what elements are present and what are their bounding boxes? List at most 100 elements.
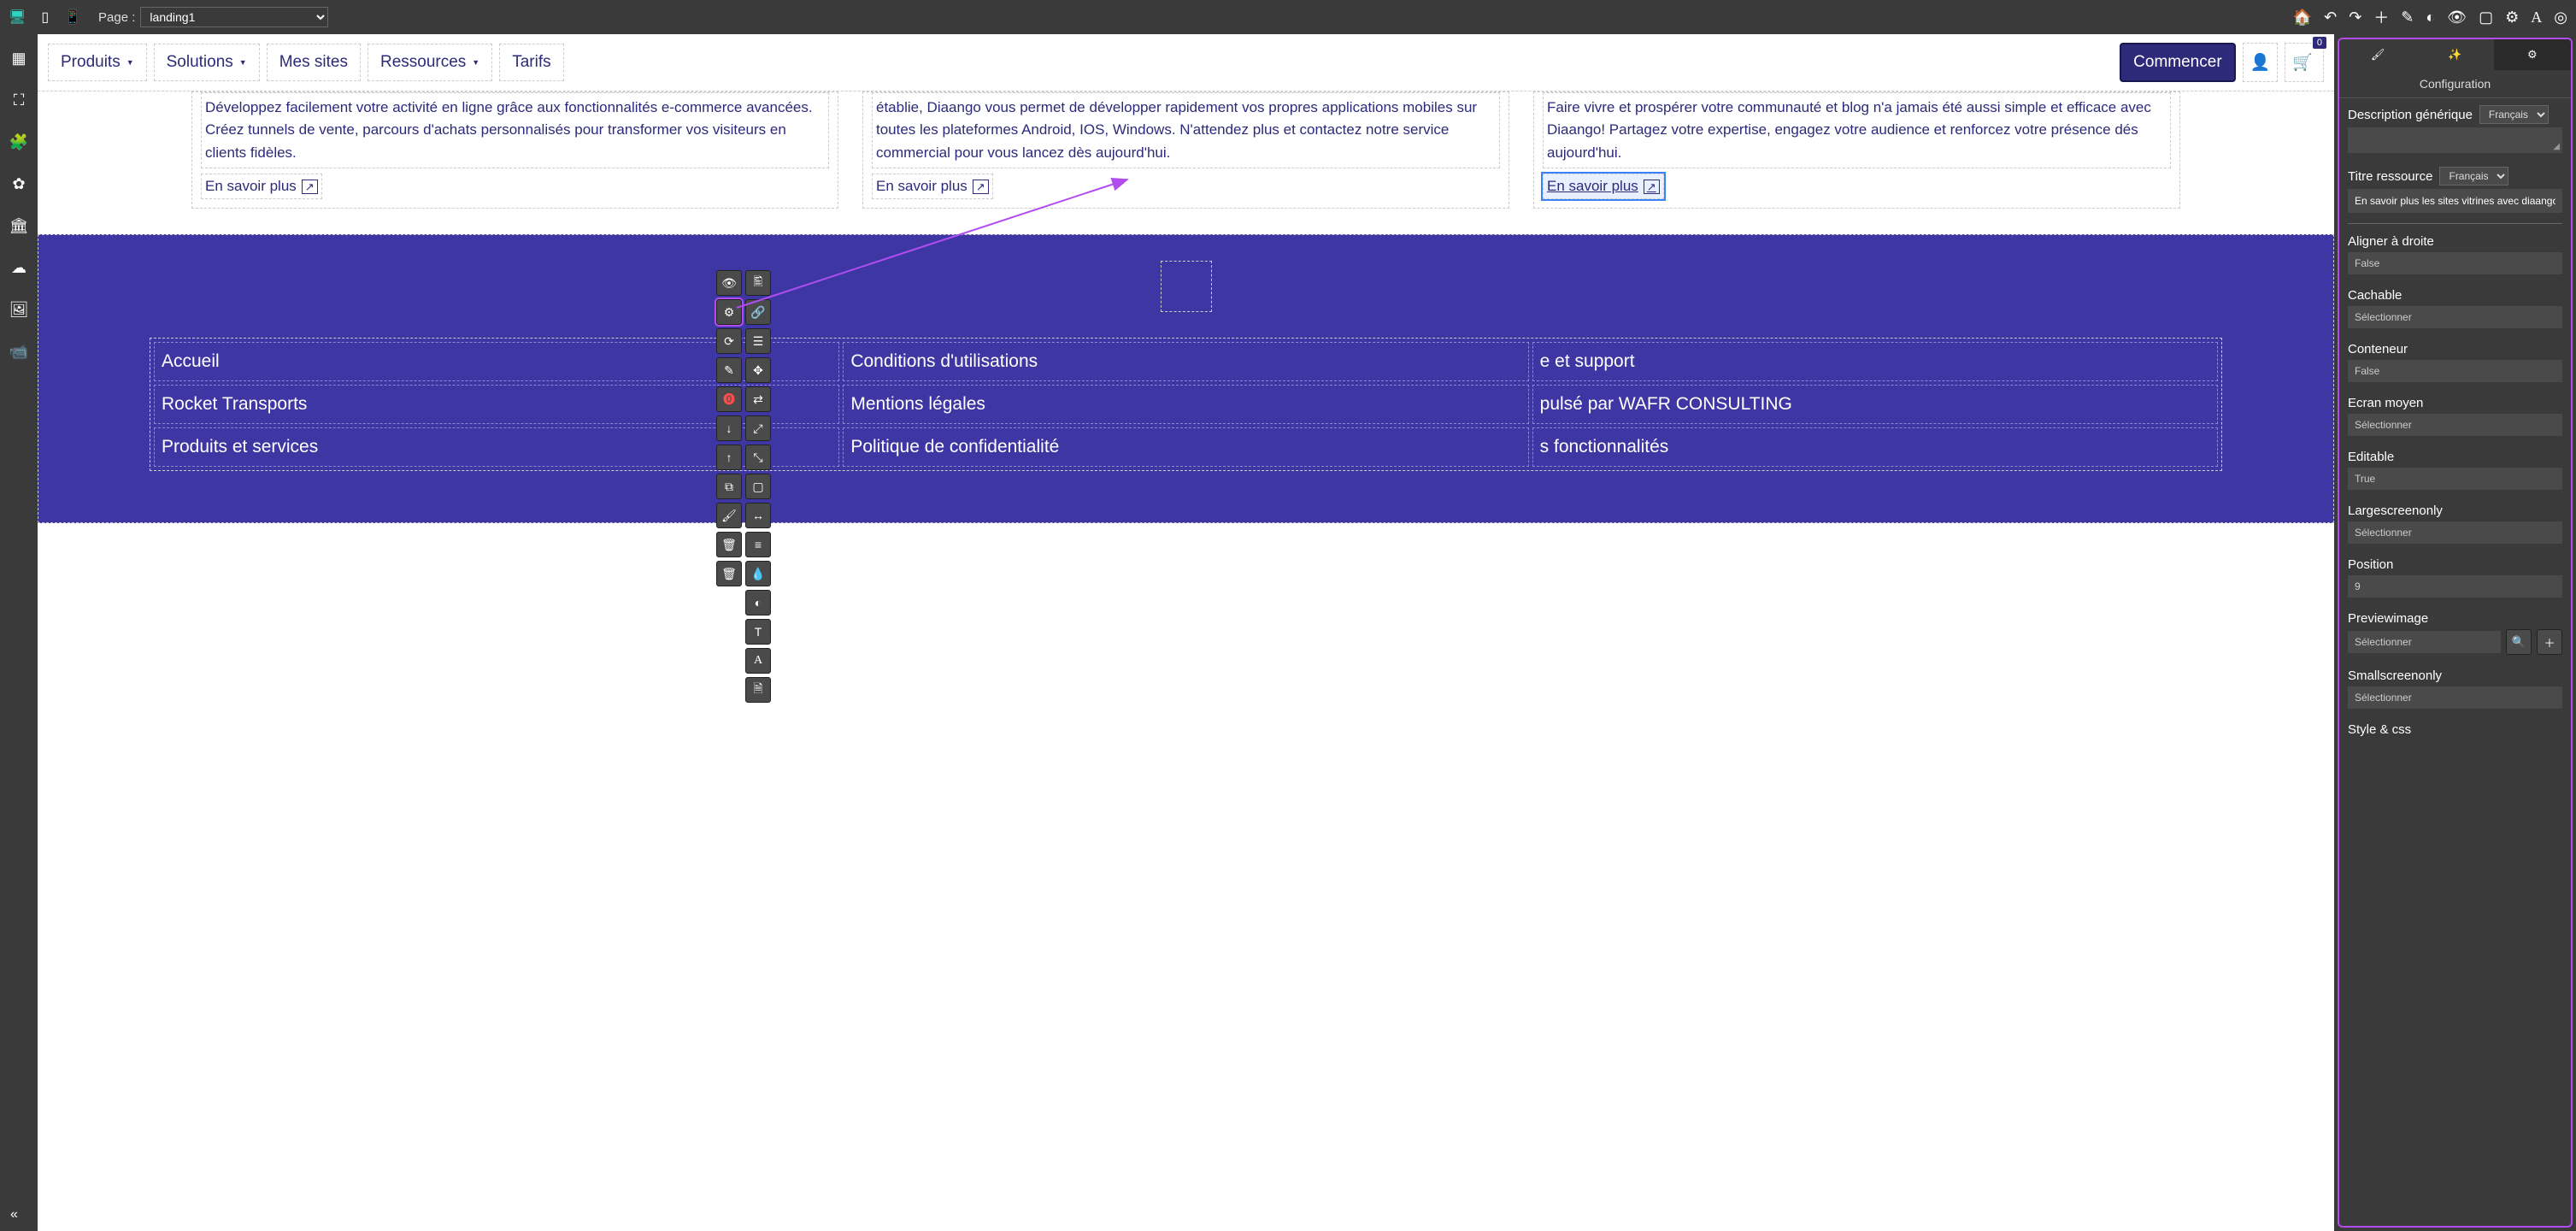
tb-move-icon[interactable]: ✥ (745, 357, 771, 383)
panel-tab-gear[interactable]: ⚙ (2494, 39, 2571, 70)
tb-warn-icon[interactable]: ⓿ (716, 386, 742, 412)
footer-link[interactable]: s fonctionnalités (1532, 427, 2218, 467)
tb-list-icon[interactable]: ☰ (745, 328, 771, 354)
prop-container-value[interactable]: False (2348, 360, 2562, 382)
card-3-text: Faire vivre et prospérer votre communaut… (1543, 92, 2171, 168)
nav-user[interactable]: 👤 (2243, 43, 2279, 82)
tb-up-icon[interactable]: ↑ (716, 445, 742, 470)
card-1-link[interactable]: En savoir plus↗ (201, 174, 322, 199)
plugin-icon[interactable]: 🧩 (9, 133, 28, 151)
target-icon[interactable]: ◎ (2554, 9, 2567, 27)
sitemap-icon[interactable]: ⛶ (14, 91, 25, 109)
tb-trash-icon[interactable]: 🗑 (716, 532, 742, 557)
title-input[interactable] (2348, 189, 2562, 213)
tb-contrast-icon[interactable]: ◐ (745, 590, 771, 616)
tb-align-icon[interactable]: ≡ (745, 532, 771, 557)
mobile-icon[interactable]: 📱 (64, 9, 81, 26)
preview-zoom-button[interactable]: 🔍 (2506, 629, 2532, 655)
card-3: Faire vivre et prospérer votre communaut… (1533, 91, 2180, 209)
footer-link[interactable]: pulsé par WAFR CONSULTING (1532, 385, 2218, 424)
page-select[interactable]: landing1 (140, 7, 328, 27)
home-icon[interactable]: 🏠 (2293, 9, 2312, 27)
prop-medium-value[interactable]: Sélectionner (2348, 414, 2562, 436)
tb-brush-icon[interactable]: 🖌 (716, 503, 742, 528)
collapse-icon[interactable]: « (10, 1207, 18, 1222)
prop-editable-label: Editable (2348, 450, 2562, 464)
tb-text-icon[interactable]: T (745, 619, 771, 645)
prop-preview-value[interactable]: Sélectionner (2348, 631, 2501, 653)
prop-large-label: Largescreenonly (2348, 504, 2562, 518)
leaf-icon[interactable]: ✿ (12, 175, 25, 193)
font-icon[interactable]: A (2531, 9, 2542, 27)
desktop-icon[interactable]: 🖥 (9, 9, 26, 26)
preview-add-button[interactable]: ＋ (2537, 629, 2562, 655)
desc-textarea[interactable]: ◢ (2348, 127, 2562, 153)
tb-trash2-icon[interactable]: 🗑 (716, 561, 742, 586)
nav-produits[interactable]: Produits (48, 44, 147, 81)
library-icon[interactable]: 🏛 (9, 217, 29, 235)
footer-link[interactable]: e et support (1532, 342, 2218, 381)
tb-rect-icon[interactable]: ▢ (745, 474, 771, 499)
external-link-icon: ↗ (973, 180, 989, 194)
card-2: établie, Diaango vous permet de développ… (862, 91, 1509, 209)
prop-small-value[interactable]: Sélectionner (2348, 686, 2562, 709)
cloud-icon[interactable]: ☁ (11, 259, 26, 277)
title-lang-select[interactable]: Français (2439, 167, 2508, 186)
prop-container-label: Conteneur (2348, 342, 2562, 356)
card-3-link[interactable]: En savoir plus↗ (1543, 174, 1664, 199)
tb-link-icon[interactable]: 🔗 (745, 299, 771, 325)
tb-drop-icon[interactable]: 💧 (745, 561, 771, 586)
video-icon[interactable]: 📹 (9, 343, 28, 361)
tablet-icon[interactable]: ▯ (41, 9, 49, 26)
external-link-icon: ↗ (1644, 180, 1660, 194)
prop-editable-value[interactable]: True (2348, 468, 2562, 490)
tb-edit-icon[interactable]: ✎ (716, 357, 742, 383)
tb-eye-icon[interactable]: 👁 (716, 270, 742, 296)
footer-link[interactable]: Mentions légales (843, 385, 1528, 424)
zoom-icon: 🔍 (2512, 635, 2526, 649)
prop-cachable-label: Cachable (2348, 288, 2562, 303)
tb-swap-icon[interactable]: ⇄ (745, 386, 771, 412)
nav-cta[interactable]: Commencer (2120, 43, 2235, 82)
tb-copy-icon[interactable]: ⧉ (716, 474, 742, 499)
tb-collapse-icon[interactable]: ⤡ (745, 445, 771, 470)
edit-icon[interactable]: ✎ (2401, 9, 2414, 27)
card-2-link[interactable]: En savoir plus↗ (872, 174, 993, 199)
title-label: Titre ressource (2348, 169, 2432, 184)
tb-file-icon[interactable]: 🗎 (745, 677, 771, 703)
panel-tab-wand[interactable]: ✨ (2416, 39, 2493, 70)
plus-icon: ＋ (2544, 634, 2555, 651)
nav-ressources[interactable]: Ressources (368, 44, 492, 81)
nav-cart[interactable]: 🛒0 (2285, 43, 2324, 82)
panel-tab-brush[interactable]: 🖌 (2339, 39, 2416, 70)
undo-icon[interactable]: ↶ (2324, 9, 2337, 27)
add-icon[interactable]: ＋ (2373, 6, 2389, 28)
tb-refresh-icon[interactable]: ⟳ (716, 328, 742, 354)
gear-icon[interactable]: ⚙ (2505, 9, 2519, 27)
image-icon[interactable]: 🖼 (9, 301, 29, 319)
eye-icon[interactable]: 👁 (2447, 9, 2467, 27)
tb-font-icon[interactable]: A (745, 648, 771, 674)
prop-position-value[interactable]: 9 (2348, 575, 2562, 598)
tb-hresize-icon[interactable]: ↔ (745, 503, 771, 528)
grid-icon[interactable]: ▦ (11, 50, 26, 68)
redo-icon[interactable]: ↷ (2349, 9, 2361, 27)
prop-large-value[interactable]: Sélectionner (2348, 521, 2562, 544)
tb-down-icon[interactable]: ↓ (716, 415, 742, 441)
desc-lang-select[interactable]: Français (2479, 105, 2549, 124)
nav-solutions[interactable]: Solutions (154, 44, 260, 81)
nav-tarifs[interactable]: Tarifs (499, 44, 563, 81)
nav-mes-sites[interactable]: Mes sites (267, 44, 361, 81)
prop-align-value[interactable]: False (2348, 252, 2562, 274)
prop-cachable-value[interactable]: Sélectionner (2348, 306, 2562, 328)
prop-position-label: Position (2348, 557, 2562, 572)
left-rail: ▦ ⛶ 🧩 ✿ 🏛 ☁ 🖼 📹 (0, 34, 38, 1231)
external-link-icon: ↗ (302, 180, 318, 194)
tb-doc-icon[interactable]: 🖺 (745, 270, 771, 296)
footer-link[interactable]: Conditions d'utilisations (843, 342, 1528, 381)
footer-link[interactable]: Politique de confidentialité (843, 427, 1528, 467)
contrast-icon[interactable]: ◐ (2426, 9, 2435, 27)
tb-expand-icon[interactable]: ⤢ (745, 415, 771, 441)
square-icon[interactable]: ▢ (2479, 9, 2493, 27)
tb-gear-icon[interactable]: ⚙ (716, 299, 742, 325)
